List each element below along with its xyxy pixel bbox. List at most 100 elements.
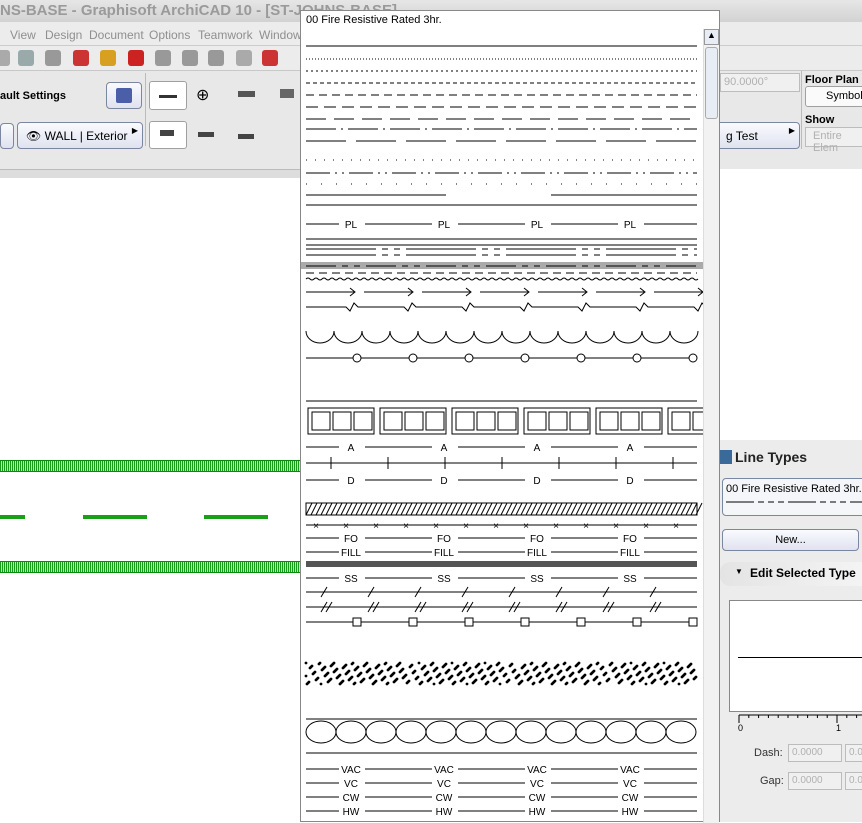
line-type-option[interactable]: HW HW HW HW <box>306 807 697 818</box>
line-type-label: A <box>627 443 634 454</box>
line-type-option[interactable]: SS SS SS SS <box>306 574 697 585</box>
ruler-label-1: 1 <box>836 723 842 733</box>
ref-line-icon[interactable] <box>238 134 254 139</box>
line-type-option[interactable] <box>306 400 703 435</box>
line-type-label: SS <box>623 574 637 585</box>
line-type-option[interactable] <box>301 262 703 269</box>
svg-text:×: × <box>493 521 499 532</box>
toolbar-icon[interactable] <box>155 50 171 66</box>
toolbar-icon[interactable] <box>45 50 61 66</box>
line-type-option[interactable] <box>305 502 703 516</box>
line-type-option[interactable]: VC VC VC VC <box>306 779 697 790</box>
gap-field-2[interactable]: 0.0000 <box>845 772 862 790</box>
toolbar-icon[interactable] <box>262 50 278 66</box>
line-type-option[interactable] <box>306 238 697 246</box>
line-type-dropdown[interactable]: 00 Fire Resistive Rated 3hr. PL PL PL PL A A A… <box>300 10 720 823</box>
lock-icon[interactable] <box>128 50 144 66</box>
line-type-option[interactable]: DDDD <box>306 476 697 487</box>
line-type-option[interactable] <box>306 353 698 363</box>
wall-icon <box>116 88 132 103</box>
line-type-option[interactable]: × × × × × × × × × × × × × <box>306 521 697 532</box>
wall-type-icon[interactable] <box>280 89 294 98</box>
current-line-type-select[interactable]: 00 Fire Resistive Rated 3hr. <box>722 478 862 516</box>
line-type-label: CW <box>622 793 639 804</box>
line-type-label: VC <box>530 779 544 790</box>
dropdown-selected-item[interactable]: 00 Fire Resistive Rated 3hr. <box>301 11 703 31</box>
line-type-label: D <box>347 476 354 487</box>
line-type-option[interactable] <box>306 248 697 256</box>
reference-line-button[interactable] <box>149 121 187 149</box>
triangle-down-icon[interactable]: ▼ <box>735 567 743 576</box>
line-type-list[interactable]: PL PL PL PLA A A AD D D D× × × × × × × × × × × × ×FO FO FO FOFIL… <box>301 29 703 823</box>
line-type-option[interactable]: CW CW CW CW <box>306 793 697 804</box>
line-types-icon <box>720 450 732 464</box>
line-type-label: FILL <box>527 548 547 559</box>
toolbar-icon[interactable] <box>73 50 89 66</box>
gap-label: Gap: <box>760 775 784 787</box>
angle-field[interactable]: 90.0000° <box>720 73 800 92</box>
menu-view[interactable]: View <box>10 28 36 42</box>
wall-hatch-top <box>0 460 300 472</box>
ref-line-icon <box>160 130 174 136</box>
ruler-label-0: 0 <box>738 723 744 733</box>
scroll-thumb[interactable] <box>705 47 718 119</box>
new-line-type-button[interactable]: New... <box>722 529 859 551</box>
menu-document[interactable]: Document <box>89 28 144 42</box>
line-type-option[interactable] <box>306 457 697 469</box>
menu-design[interactable]: Design <box>45 28 82 42</box>
line-type-label: PL <box>531 220 544 231</box>
line-type-option[interactable] <box>305 277 699 281</box>
panel-title: Line Types <box>735 449 808 465</box>
svg-text:×: × <box>523 521 529 532</box>
line-type-option[interactable] <box>306 287 703 297</box>
floor-plan-canvas[interactable] <box>0 178 300 822</box>
layer-button-label: WALL | Exterior <box>44 129 128 143</box>
toolbar-icon[interactable] <box>236 50 252 66</box>
layer-button[interactable]: 👁 WALL | Exterior ▶ <box>17 122 143 149</box>
menu-options[interactable]: Options <box>149 28 190 42</box>
gap-field-1[interactable]: 0.0000 <box>788 772 842 790</box>
dropdown-scrollbar[interactable]: ▲ <box>703 29 719 823</box>
svg-text:×: × <box>463 521 469 532</box>
toolbar-icon[interactable] <box>182 50 198 66</box>
menu-window[interactable]: Window <box>259 28 302 42</box>
wall-type-icon[interactable] <box>238 91 255 97</box>
dash-field-1[interactable]: 0.0000 <box>788 744 842 762</box>
geometry-method-button[interactable] <box>149 81 187 110</box>
line-type-option[interactable] <box>304 661 698 686</box>
ref-line-icon[interactable] <box>198 132 214 137</box>
line-type-option[interactable]: FO FO FO FO <box>306 534 697 545</box>
line-type-option[interactable] <box>305 718 697 754</box>
line-type-option[interactable]: VAC VAC VAC VAC <box>306 765 697 776</box>
scroll-up-button[interactable]: ▲ <box>704 29 719 45</box>
line-type-option[interactable] <box>306 302 703 312</box>
straight-wall-icon <box>159 95 177 98</box>
line-type-option[interactable] <box>306 561 697 567</box>
svg-text:×: × <box>403 521 409 532</box>
menu-teamwork[interactable]: Teamwork <box>198 28 253 42</box>
line-type-option[interactable] <box>306 586 697 598</box>
line-pattern-editor[interactable] <box>729 600 862 712</box>
horizontal-scrollbar[interactable] <box>0 169 300 178</box>
line-type-option[interactable] <box>306 617 698 627</box>
toolbar-icon[interactable] <box>208 50 224 66</box>
dash-field-2[interactable]: 0.0000 <box>845 744 862 762</box>
rotate-icon[interactable]: ⊕ <box>196 85 209 105</box>
line-type-option[interactable] <box>305 330 699 344</box>
settings-button[interactable] <box>106 82 142 109</box>
toolbar-icon[interactable] <box>18 50 34 66</box>
svg-text:×: × <box>643 521 649 532</box>
toolbar-icon[interactable] <box>100 50 116 66</box>
line-type-option[interactable]: FILL FILL FILL FILL <box>306 548 697 559</box>
current-line-type: 00 Fire Resistive Rated 3hr. <box>726 483 862 495</box>
line-type-option[interactable]: PL PL PL PL <box>306 220 697 231</box>
layer-icon-button[interactable] <box>0 123 14 149</box>
line-type-label: A <box>348 443 355 454</box>
line-type-label: D <box>533 476 540 487</box>
show-projection-select[interactable]: Entire Elem <box>805 127 862 154</box>
toolbar-icon[interactable] <box>0 50 10 66</box>
floor-plan-display-select[interactable]: Symboli <box>805 86 862 107</box>
line-type-label: HW <box>529 807 546 818</box>
line-type-option[interactable]: AAAA <box>306 443 697 454</box>
line-type-option[interactable] <box>306 601 697 613</box>
